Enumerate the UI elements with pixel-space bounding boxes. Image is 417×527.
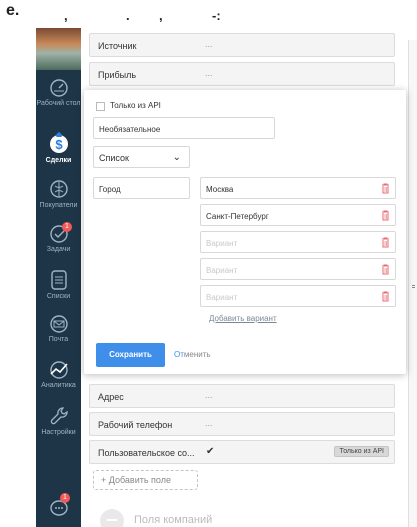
sidebar-item-label: Рабочий стол <box>36 100 81 107</box>
field-value: ... <box>205 68 213 78</box>
svg-text:$: $ <box>55 137 63 152</box>
cancel-label-highlight: От <box>174 350 184 359</box>
variant-input-5[interactable]: Вариант <box>200 285 396 307</box>
wrench-icon <box>50 407 68 425</box>
field-row-work-phone[interactable]: Рабочий телефон ... <box>89 412 395 436</box>
section-title: Поля компаний <box>134 514 213 526</box>
sidebar-item-label: Почта <box>48 336 69 343</box>
field-label: Адрес <box>98 392 124 402</box>
minus-icon[interactable] <box>100 509 124 527</box>
sidebar-item-label: Списки <box>46 293 71 300</box>
variant-input-4[interactable]: Вариант <box>200 258 396 280</box>
customers-icon <box>49 180 68 198</box>
edge-tick <box>412 285 415 286</box>
sidebar-item-mail[interactable]: Почта <box>36 314 81 344</box>
caption-letter: e. <box>6 2 20 19</box>
caption-punct-1: , <box>64 8 68 23</box>
edge-tick <box>412 287 415 288</box>
field-label: Пользовательское со... <box>98 448 195 458</box>
cancel-button[interactable]: Отменить <box>174 343 211 367</box>
chevron-down-icon: ⌄ <box>172 152 181 163</box>
sidebar-item-customers[interactable]: Покупатели <box>36 178 81 210</box>
variant-value: Санкт-Петербург <box>206 212 269 221</box>
field-row-address[interactable]: Адрес ... <box>89 384 395 408</box>
api-only-checkbox[interactable] <box>96 102 105 111</box>
sidebar-item-tasks[interactable]: 1 Задачи <box>36 222 81 254</box>
variant-input-1[interactable]: Москва <box>200 177 396 199</box>
trash-icon[interactable] <box>381 264 390 275</box>
api-only-label: Только из API <box>110 101 161 110</box>
analytics-icon <box>49 361 68 379</box>
api-only-tag: Только из API <box>334 446 389 457</box>
sidebar-item-label: Настройки <box>41 429 76 436</box>
field-name-input[interactable]: Город <box>93 177 190 199</box>
trash-icon[interactable] <box>381 183 390 194</box>
field-label: Рабочий телефон <box>98 420 173 430</box>
sidebar-item-analytics[interactable]: Аналитика <box>36 360 81 390</box>
variant-input-2[interactable]: Санкт-Петербург <box>200 204 396 226</box>
field-label: Источник <box>98 41 137 51</box>
sidebar-header-image <box>36 28 81 70</box>
lists-icon <box>50 270 67 290</box>
variant-value: Москва <box>206 185 234 194</box>
chat-button[interactable]: 1 <box>36 493 81 518</box>
sidebar-item-label: Задачи <box>46 246 71 253</box>
trash-icon[interactable] <box>381 237 390 248</box>
variant-input-3[interactable]: Вариант <box>200 231 396 253</box>
sidebar-item-label: Аналитика <box>41 382 76 389</box>
trash-icon[interactable] <box>381 210 390 221</box>
add-field-button[interactable]: + Добавить поле <box>93 470 198 490</box>
sidebar-item-dashboard[interactable]: Рабочий стол <box>36 78 81 108</box>
variant-placeholder: Вариант <box>206 266 238 275</box>
field-row-source[interactable]: Источник ... <box>89 33 395 57</box>
sidebar-item-settings[interactable]: Настройки <box>36 405 81 437</box>
caption-punct-4: -: <box>212 8 221 23</box>
sidebar-item-lists[interactable]: Списки <box>36 269 81 301</box>
field-label: Прибыль <box>98 70 137 80</box>
sidebar-item-deals[interactable]: $ Сделки <box>36 131 81 165</box>
chat-badge: 1 <box>60 493 70 503</box>
deals-icon: $ <box>49 132 68 153</box>
tasks-badge: 1 <box>62 222 72 232</box>
save-button[interactable]: Сохранить <box>96 343 165 367</box>
variant-placeholder: Вариант <box>206 239 238 248</box>
trash-icon[interactable] <box>381 291 390 302</box>
dashboard-icon <box>49 79 68 97</box>
variant-placeholder: Вариант <box>206 293 238 302</box>
field-type-select[interactable]: Список ⌄ <box>93 146 190 168</box>
mail-icon <box>49 315 68 333</box>
caption-punct-3: , <box>159 8 163 23</box>
cancel-label-rest: менить <box>183 350 211 359</box>
field-value: ... <box>205 418 213 428</box>
checkmark-icon: ✔ <box>206 446 215 457</box>
field-edit-modal: Только из API Необязательное Список ⌄ Го… <box>84 90 406 374</box>
field-row-custom[interactable]: Пользовательское со... ✔ Только из API <box>89 440 395 464</box>
field-value: ... <box>205 39 213 49</box>
optional-field-input[interactable]: Необязательное <box>93 117 275 139</box>
sidebar-item-label: Покупатели <box>39 202 78 209</box>
caption-punct-2: . <box>126 8 130 23</box>
field-name-value: Город <box>99 185 121 194</box>
field-type-value: Список <box>99 153 129 163</box>
right-panel-edge <box>408 40 417 527</box>
field-row-profit[interactable]: Прибыль ... <box>89 62 395 86</box>
sidebar: Рабочий стол $ Сделки Покупатели 1 Задач… <box>36 28 81 527</box>
add-variant-link[interactable]: Добавить вариант <box>209 314 277 323</box>
page: e. , . , -: Рабочий стол $ Сделки Покупа… <box>0 0 417 527</box>
field-value: ... <box>205 390 213 400</box>
optional-field-text: Необязательное <box>99 125 161 134</box>
sidebar-item-label: Сделки <box>45 157 72 164</box>
